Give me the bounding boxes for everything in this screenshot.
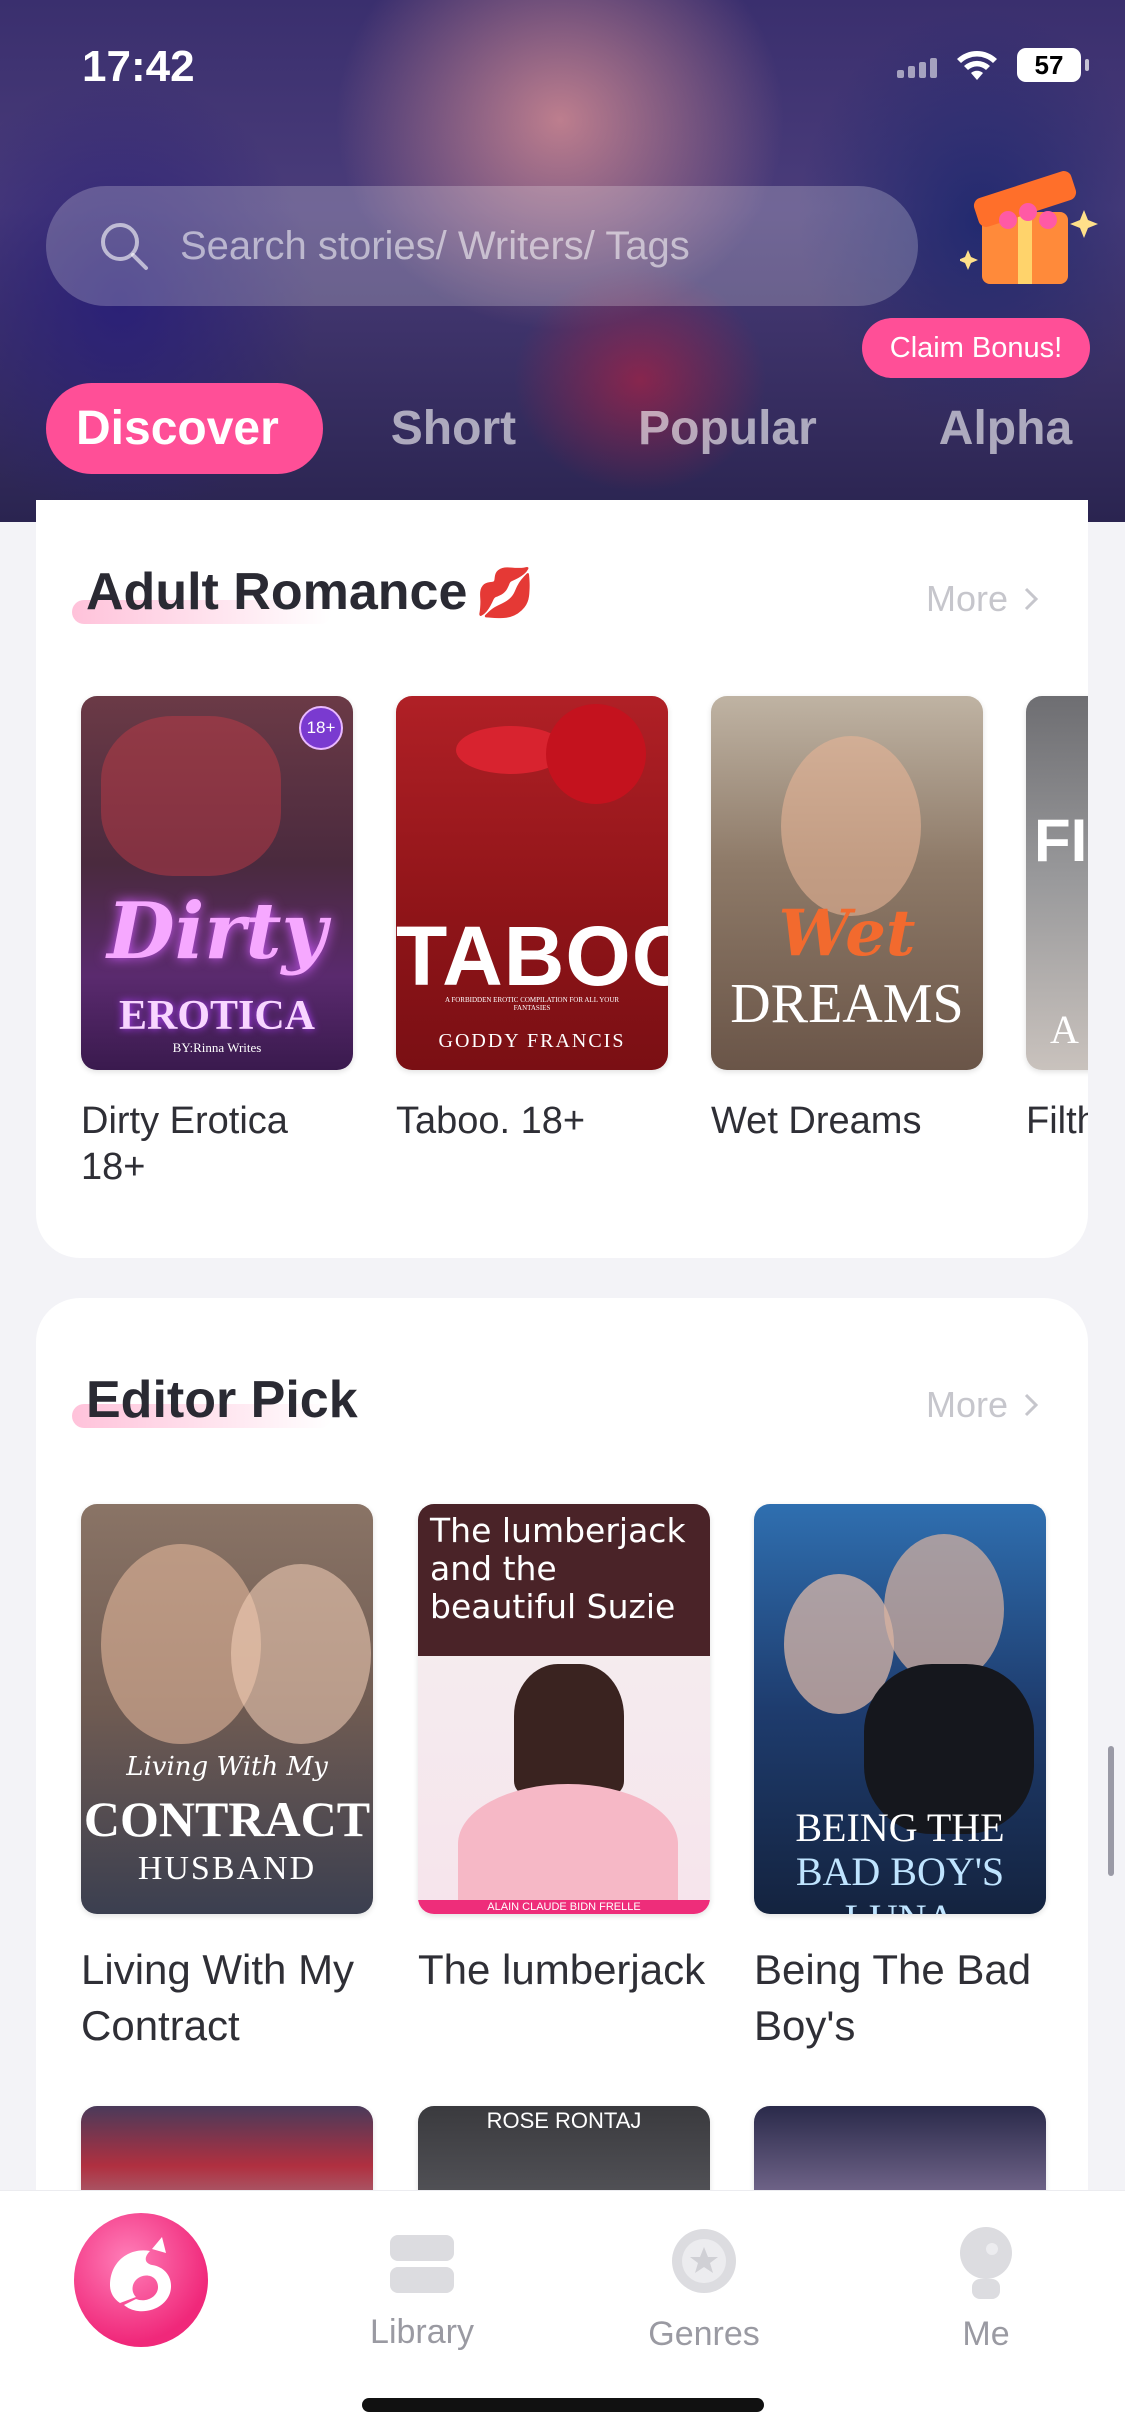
home-indicator — [362, 2398, 764, 2412]
tab-short[interactable]: Short — [391, 401, 516, 456]
book-title: Taboo. 18+ — [396, 1100, 586, 1142]
scroll-indicator[interactable] — [1108, 1746, 1114, 1876]
book-item[interactable]: TABOO A FORBIDDEN EROTIC COMPILATION FOR… — [396, 696, 668, 1144]
battery-icon: 57 — [1017, 48, 1089, 82]
book-item[interactable]: 18+ Dirty EROTICA BY:Rinna Writes Dirty … — [81, 696, 353, 1190]
section-title: Editor Pick — [86, 1371, 358, 1429]
more-link[interactable]: More — [926, 578, 1040, 620]
book-item[interactable]: Wet DREAMS Wet Dreams — [711, 696, 983, 1144]
cellular-signal-icon — [897, 52, 937, 78]
status-icons: 57 — [897, 48, 1089, 82]
tab-alpha[interactable]: Alpha — [939, 401, 1072, 456]
wifi-icon — [957, 51, 997, 80]
search-input[interactable] — [180, 223, 880, 269]
book-cover[interactable]: Living With My CONTRACT HUSBAND — [81, 1504, 373, 1914]
book-cover[interactable]: BEING THE BAD BOY'S LUNA — [754, 1504, 1046, 1914]
book-title: Wet Dreams — [711, 1100, 922, 1142]
genres-icon — [672, 2229, 736, 2293]
status-time: 17:42 — [82, 42, 195, 91]
home-logo-icon[interactable] — [74, 2213, 208, 2347]
chevron-right-icon — [1024, 1393, 1039, 1417]
me-icon — [960, 2227, 1012, 2299]
book-cover[interactable]: FI A — [1026, 696, 1088, 1070]
section-title: Adult Romance 💋 — [86, 563, 536, 621]
search-bar[interactable] — [46, 186, 918, 306]
more-link[interactable]: More — [926, 1384, 1040, 1426]
book-cover[interactable]: TABOO A FORBIDDEN EROTIC COMPILATION FOR… — [396, 696, 668, 1070]
nav-library[interactable]: Library — [322, 2191, 522, 2352]
nav-me[interactable]: Me — [886, 2191, 1086, 2354]
header: 17:42 57 Claim Bonus! Discover Short Pop… — [0, 0, 1125, 522]
category-tabs: Discover Short Popular Alpha — [46, 380, 1125, 476]
book-title: Dirty Erotica 18+ — [81, 1100, 288, 1188]
book-item[interactable]: BEING THE BAD BOY'S LUNA Being The Bad B… — [754, 1504, 1046, 2054]
lips-icon: 💋 — [475, 566, 536, 620]
book-cover[interactable]: Wet DREAMS — [711, 696, 983, 1070]
tab-popular[interactable]: Popular — [638, 401, 817, 456]
library-icon — [390, 2235, 454, 2293]
book-cover[interactable]: 18+ Dirty EROTICA BY:Rinna Writes — [81, 696, 353, 1070]
claim-bonus-button[interactable]: Claim Bonus! — [862, 318, 1090, 378]
gift-icon[interactable] — [960, 150, 1100, 300]
book-title: Being The Bad Boy's — [754, 1946, 1032, 2049]
book-item[interactable]: FI A Filth — [1026, 696, 1088, 1144]
book-title: Living With My Contract — [81, 1946, 355, 2049]
book-title: The lumberjack — [418, 1946, 706, 1993]
chevron-right-icon — [1024, 587, 1039, 611]
book-cover[interactable]: The lumberjack and the beautiful Suzie A… — [418, 1504, 710, 1914]
age-badge: 18+ — [299, 706, 343, 750]
book-item[interactable]: The lumberjack and the beautiful Suzie A… — [418, 1504, 710, 1998]
nav-genres[interactable]: Genres — [604, 2191, 804, 2354]
tab-discover[interactable]: Discover — [46, 382, 323, 474]
adult-romance-section: Adult Romance 💋 More 18+ Dirty EROTICA B… — [36, 500, 1088, 1258]
search-icon — [101, 223, 148, 270]
book-title: Filth — [1026, 1100, 1088, 1142]
editor-pick-section: Editor Pick More Living With My CONTRACT… — [36, 1298, 1088, 2238]
book-item[interactable]: Living With My CONTRACT HUSBAND Living W… — [81, 1504, 373, 2054]
